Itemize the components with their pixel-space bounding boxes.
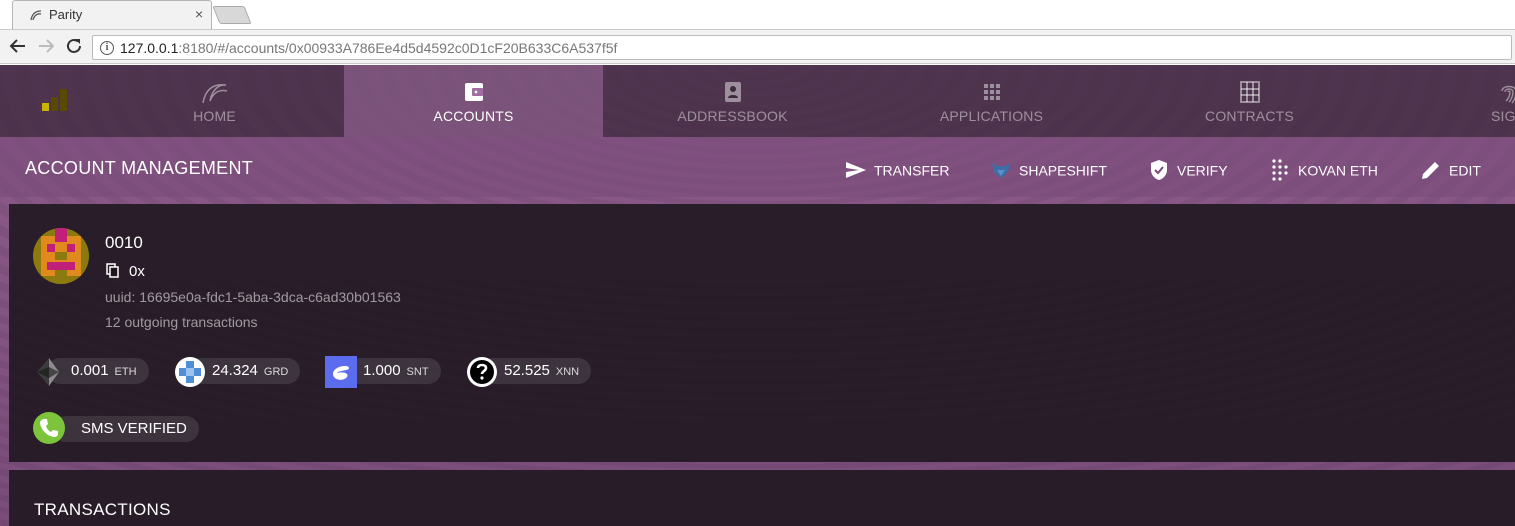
top-navigation: HOME ACCOUNTS ADDRESSBOOK APPLICATIONS C…: [0, 65, 1515, 137]
send-icon: [846, 162, 866, 179]
dots-grid-icon: [1272, 159, 1288, 181]
wallet-icon: [464, 83, 483, 101]
back-arrow-icon[interactable]: [8, 37, 28, 57]
badge-label: SMS VERIFIED: [53, 416, 199, 442]
edit-button[interactable]: EDIT: [1419, 157, 1481, 181]
pencil-icon: [1422, 162, 1439, 180]
url-text: 127.0.0.1:8180/#/accounts/0x00933A786Ee4…: [120, 40, 618, 56]
tab-applications[interactable]: APPLICATIONS: [862, 65, 1121, 137]
page-title: ACCOUNT MANAGEMENT: [25, 158, 254, 178]
browser-toolbar: i 127.0.0.1:8180/#/accounts/0x00933A786E…: [0, 29, 1515, 64]
browser-tab[interactable]: Parity ×: [12, 0, 212, 29]
ethereum-icon: [37, 358, 59, 386]
parity-app: HOME ACCOUNTS ADDRESSBOOK APPLICATIONS C…: [0, 65, 1515, 526]
tab-title: Parity: [49, 7, 83, 22]
contact-card-icon: [724, 82, 741, 102]
tab-addressbook[interactable]: ADDRESSBOOK: [603, 65, 862, 137]
edit-label: EDIT: [1449, 162, 1481, 179]
browser-tabstrip: Parity ×: [0, 0, 1515, 29]
gavcoin-icon: [175, 357, 205, 387]
account-titlebar: ACCOUNT MANAGEMENT TRANSFER SHAPESHIFT V…: [0, 137, 1515, 197]
transactions-title: TRANSACTIONS: [34, 500, 171, 519]
tab-sign-label: SIGN: [1490, 108, 1515, 124]
tab-addressbook-label: ADDRESSBOOK: [677, 108, 788, 124]
transfer-button[interactable]: TRANSFER: [844, 157, 949, 181]
verify-label: VERIFY: [1177, 162, 1228, 179]
token-symbol: SNT: [406, 366, 429, 378]
tab-home[interactable]: HOME: [85, 65, 344, 137]
tab-contracts[interactable]: CONTRACTS: [1120, 65, 1379, 137]
info-icon[interactable]: i: [100, 41, 114, 55]
tab-home-label: HOME: [193, 108, 236, 124]
fingerprint-icon: [1500, 85, 1515, 104]
token-amount: 24.324: [212, 362, 258, 379]
apps-grid-icon: [983, 84, 1000, 100]
token-symbol: ETH: [114, 366, 137, 378]
kovan-eth-button[interactable]: KOVAN ETH: [1268, 157, 1378, 181]
account-card: 0010 0x uuid: 16695e0a-fdc1-5aba-3dca-c6…: [9, 204, 1515, 462]
new-tab-button[interactable]: [212, 6, 252, 24]
token-symbol: XNN: [555, 366, 580, 378]
parity-wave-icon: [201, 83, 227, 104]
address-bar[interactable]: i 127.0.0.1:8180/#/accounts/0x00933A786E…: [92, 35, 1512, 60]
status-bars-icon[interactable]: [40, 87, 68, 115]
status-icon: [325, 356, 357, 388]
tab-accounts-label: ACCOUNTS: [433, 108, 514, 124]
shapeshift-button[interactable]: SHAPESHIFT: [989, 157, 1107, 181]
unknown-token-icon: [467, 357, 497, 387]
shield-check-icon: [1151, 160, 1167, 181]
token-amount: 1.000: [363, 362, 401, 379]
table-grid-icon: [1239, 81, 1260, 103]
parity-favicon-icon: [30, 10, 42, 21]
reload-icon[interactable]: [64, 37, 84, 57]
account-address: 0x: [129, 263, 145, 280]
shapeshift-label: SHAPESHIFT: [1019, 162, 1107, 179]
token-symbol: GRD: [263, 366, 289, 378]
account-name: 0010: [105, 233, 143, 252]
tab-sign[interactable]: SIGN: [1379, 65, 1515, 137]
copy-icon[interactable]: [106, 263, 120, 279]
tab-applications-label: APPLICATIONS: [939, 108, 1044, 124]
token-amount: 0.001: [71, 362, 109, 379]
tab-contracts-label: CONTRACTS: [1205, 108, 1294, 124]
identicon-avatar: [33, 228, 89, 284]
transactions-card: TRANSACTIONS: [9, 470, 1515, 526]
phone-icon: [33, 412, 65, 444]
token-amount: 52.525: [504, 362, 550, 379]
tab-close-icon[interactable]: ×: [195, 6, 203, 22]
tab-accounts[interactable]: ACCOUNTS: [344, 65, 603, 137]
fox-icon: [992, 163, 1010, 179]
transfer-label: TRANSFER: [874, 162, 950, 179]
account-uuid: uuid: 16695e0a-fdc1-5aba-3dca-c6ad30b015…: [105, 289, 401, 305]
forward-arrow-icon[interactable]: [36, 37, 56, 57]
kovan-eth-label: KOVAN ETH: [1298, 162, 1378, 179]
verify-button[interactable]: VERIFY: [1147, 157, 1228, 181]
outgoing-tx-count: 12 outgoing transactions: [105, 314, 258, 330]
